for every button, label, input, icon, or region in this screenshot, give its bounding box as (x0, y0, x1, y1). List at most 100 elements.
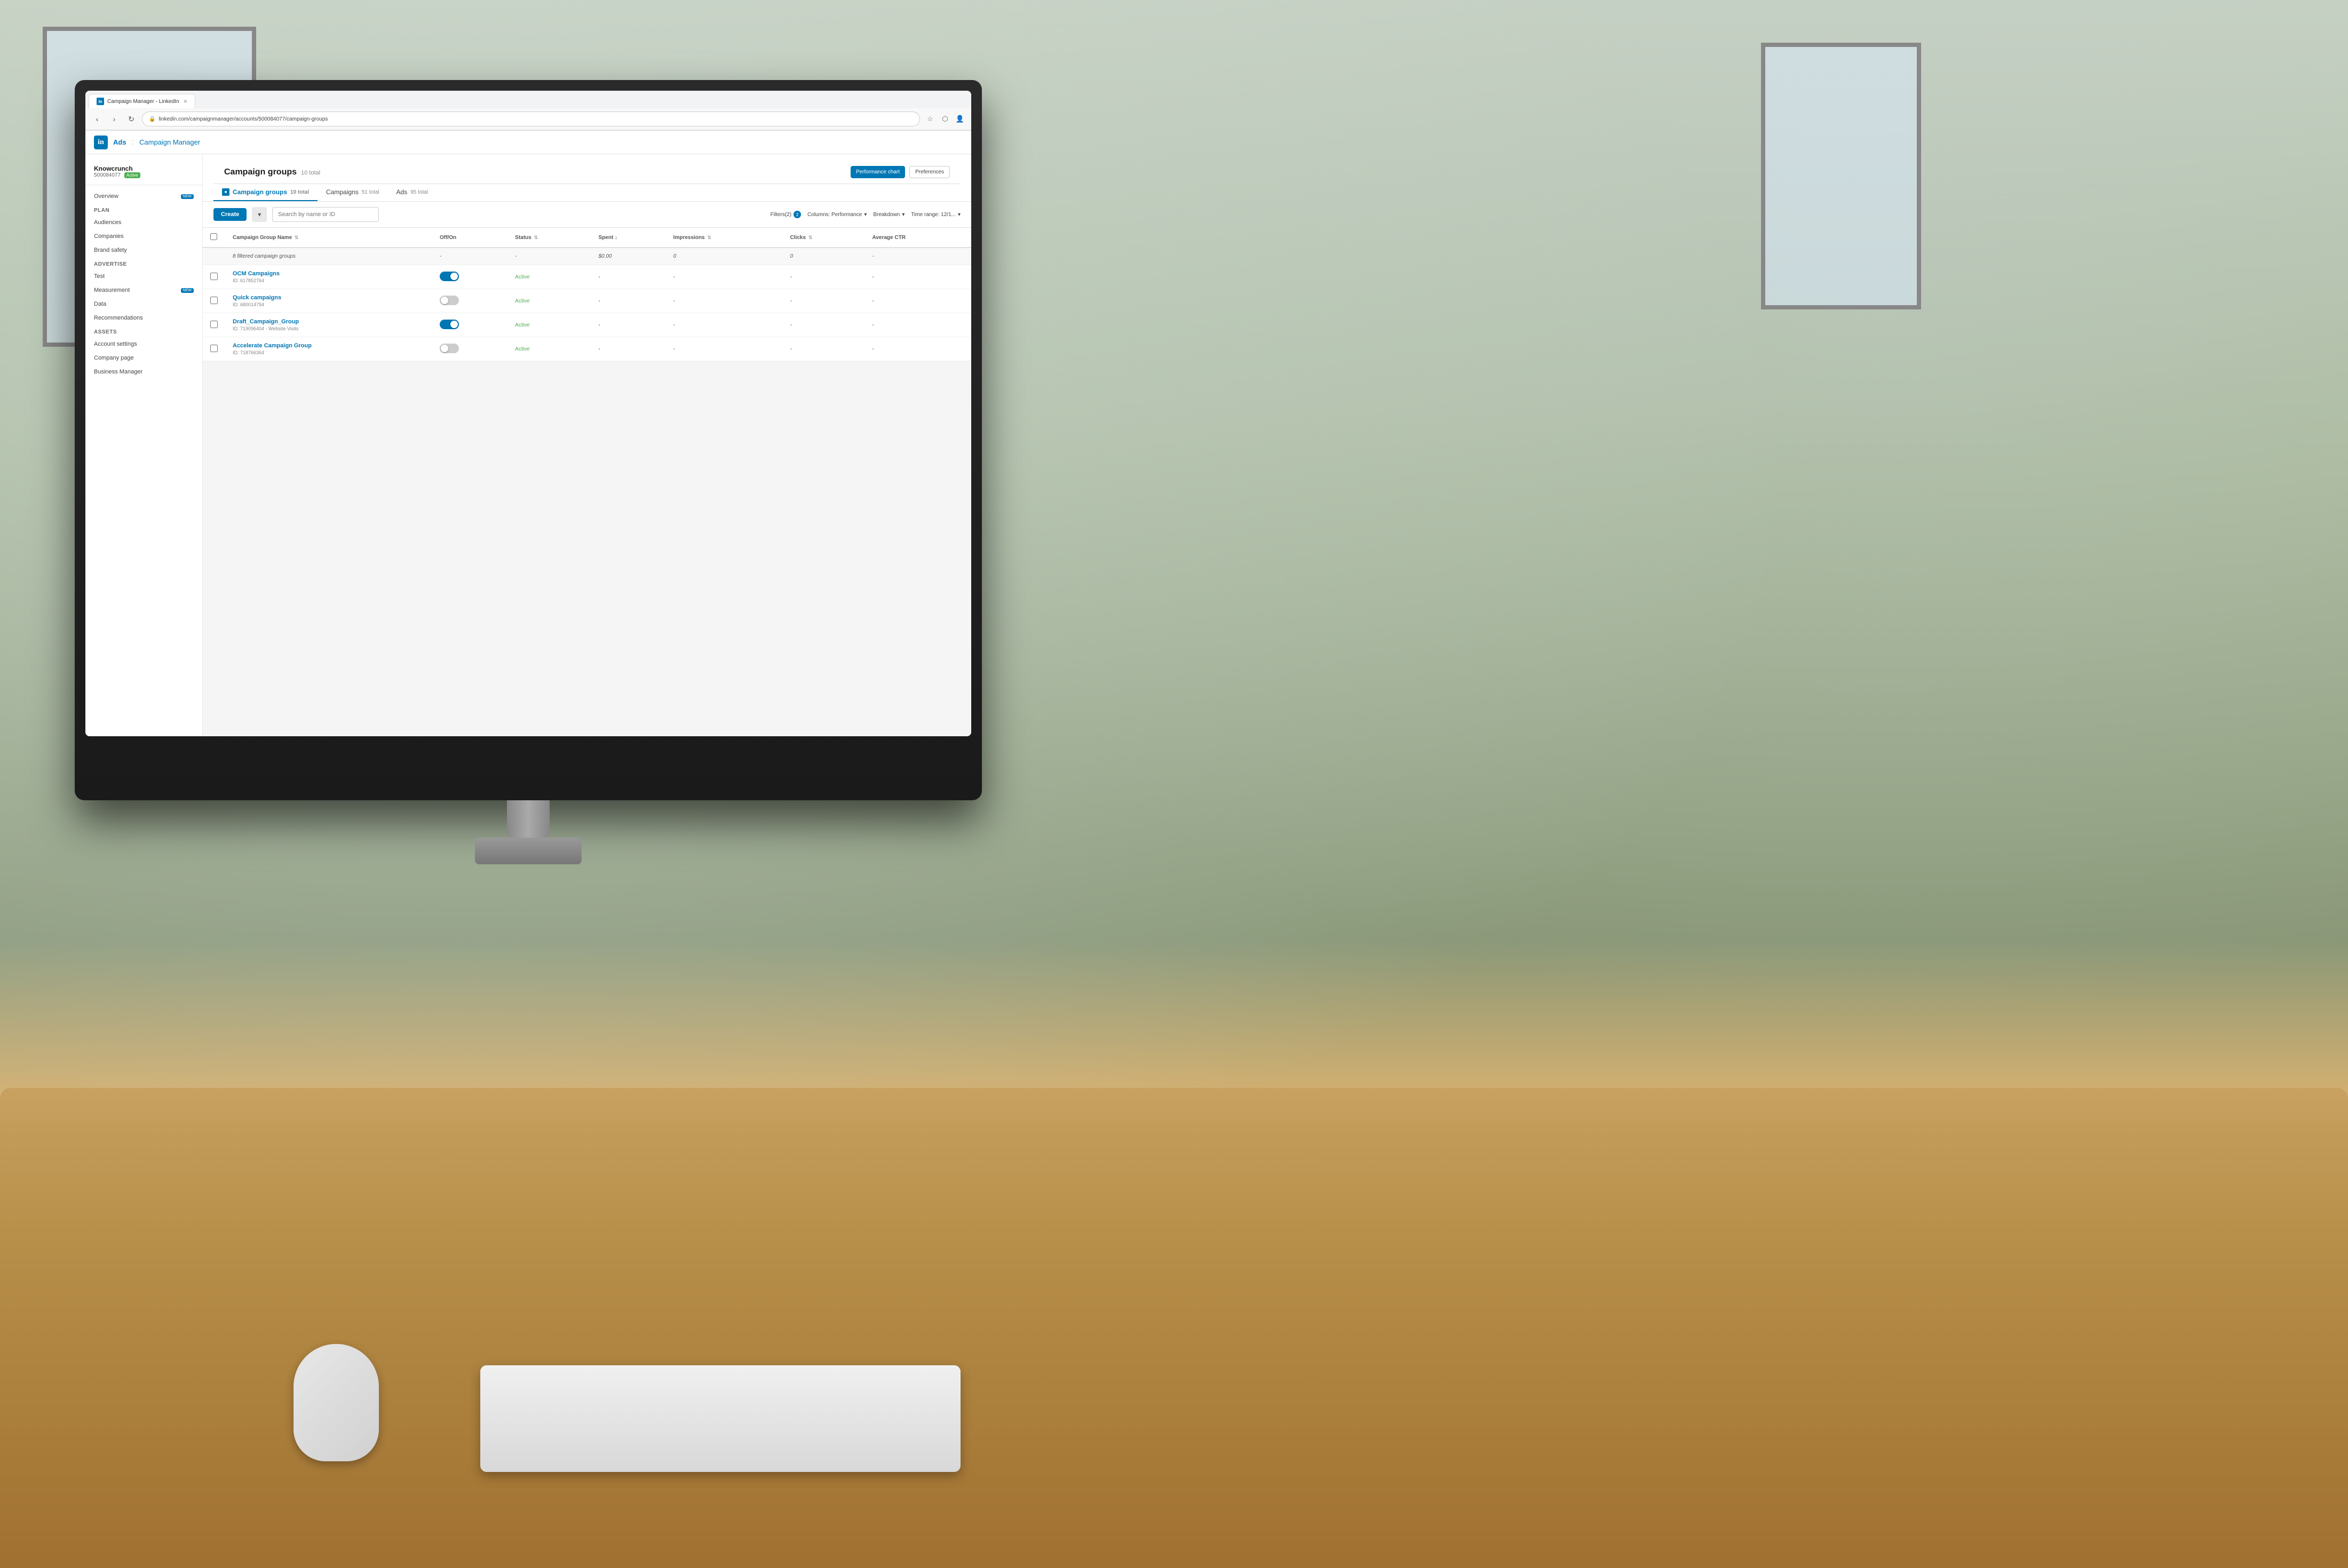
filtered-row-checkbox-cell (203, 248, 225, 265)
table-header-row: Campaign Group Name ⇅ Off/On Status ⇅ Sp… (203, 228, 971, 248)
th-status[interactable]: Status ⇅ (507, 228, 591, 248)
row-ocm-toggle-cell[interactable] (432, 265, 507, 289)
app-header-title[interactable]: Ads (113, 138, 126, 146)
th-ctr[interactable]: Average CTR (864, 228, 971, 248)
row-quick-name-link[interactable]: Quick campaigns (233, 295, 425, 301)
row-accel-name-link[interactable]: Accelerate Campaign Group (233, 343, 425, 349)
row-quick-toggle-track (440, 296, 459, 305)
tab-ads-label: Ads (396, 188, 408, 196)
app-header-subtitle[interactable]: Campaign Manager (139, 138, 200, 146)
browser-toolbar: ‹ › ↻ 🔒 linkedin.com/campaignmanager/acc… (85, 108, 971, 130)
profile-icon[interactable]: 👤 (954, 113, 966, 125)
extensions-icon[interactable]: ⬡ (939, 113, 951, 125)
tab-campaigns[interactable]: Campaigns 51 total (318, 184, 388, 201)
row-ocm-name-cell: OCM Campaigns ID: 617852764 (225, 265, 432, 289)
row-quick-checkbox-cell[interactable] (203, 289, 225, 313)
preferences-button[interactable]: Preferences (909, 166, 950, 178)
sidebar-item-account-settings[interactable]: Account settings (85, 337, 202, 351)
active-tab[interactable]: in Campaign Manager - LinkedIn × (89, 94, 195, 108)
sidebar-account[interactable]: Knowcrunch 500084077 Active (85, 161, 202, 185)
row-accel-spent: - (591, 337, 666, 361)
forward-button[interactable]: › (108, 113, 121, 125)
tab-campaign-groups[interactable]: ■ Campaign groups 10 total (213, 184, 318, 201)
sidebar-item-brand-safety[interactable]: Brand safety (85, 243, 202, 257)
tab-campaigns-count: 51 total (362, 189, 379, 195)
row-draft-checkbox[interactable] (210, 321, 218, 328)
app-header: in Ads : Campaign Manager (85, 131, 971, 154)
create-dropdown-button[interactable]: ▾ (252, 207, 267, 222)
monitor-stand-base (475, 838, 582, 864)
reload-button[interactable]: ↻ (125, 113, 138, 125)
row-draft-id: ID: 719096404 - Website Visits (233, 326, 425, 331)
sidebar-item-data[interactable]: Data (85, 297, 202, 311)
tab-ads-count: 95 total (410, 189, 428, 195)
tab-ads[interactable]: Ads 95 total (388, 184, 437, 201)
time-range-label: Time range: 12/1... (911, 212, 956, 218)
row-accel-ctr: - (864, 337, 971, 361)
row-ocm-toggle[interactable] (440, 272, 459, 281)
row-draft-toggle-cell[interactable] (432, 313, 507, 337)
tab-campaign-groups-label: Campaign groups (233, 188, 287, 196)
filters-control[interactable]: Filters(2) 2 (771, 211, 801, 218)
row-quick-checkbox[interactable] (210, 297, 218, 304)
th-select-all[interactable] (203, 228, 225, 248)
row-draft-toggle[interactable] (440, 320, 459, 329)
sidebar-item-business-manager[interactable]: Business Manager (85, 365, 202, 379)
tab-close-btn[interactable]: × (184, 98, 187, 105)
row-draft-name-link[interactable]: Draft_Campaign_Group (233, 319, 425, 325)
row-draft-name-cell: Draft_Campaign_Group ID: 719096404 - Web… (225, 313, 432, 337)
row-quick-toggle[interactable] (440, 296, 459, 305)
address-bar[interactable]: 🔒 linkedin.com/campaignmanager/accounts/… (142, 112, 920, 126)
create-button[interactable]: Create (213, 208, 247, 221)
filters-label: Filters(2) (771, 212, 791, 218)
row-quick-toggle-cell[interactable] (432, 289, 507, 313)
row-ocm-checkbox[interactable] (210, 273, 218, 280)
breakdown-label: Breakdown (873, 212, 900, 218)
browser-tabs: in Campaign Manager - LinkedIn × (85, 91, 971, 108)
breakdown-control[interactable]: Breakdown ▾ (873, 212, 905, 218)
monitor-bezel: in Campaign Manager - LinkedIn × ‹ › ↻ 🔒… (85, 91, 971, 736)
select-all-checkbox[interactable] (210, 233, 217, 240)
row-quick-impressions: - (666, 289, 783, 313)
row-draft-checkbox-cell[interactable] (203, 313, 225, 337)
content-toolbar: Create ▾ Filters(2) 2 Columns: Performan… (203, 202, 971, 228)
time-range-control[interactable]: Time range: 12/1... ▾ (911, 212, 961, 218)
sidebar-item-audiences[interactable]: Audiences (85, 216, 202, 229)
sidebar-item-overview[interactable]: Overview NEW (85, 189, 202, 203)
back-button[interactable]: ‹ (91, 113, 104, 125)
row-accel-toggle[interactable] (440, 344, 459, 353)
th-spent[interactable]: Spent ↓ (591, 228, 666, 248)
sidebar-item-test[interactable]: Test (85, 269, 202, 283)
row-accel-toggle-cell[interactable] (432, 337, 507, 361)
star-icon[interactable]: ☆ (924, 113, 936, 125)
monitor-stand-neck (507, 800, 550, 838)
row-ocm-status-text: Active (515, 274, 529, 280)
sort-icon-status: ⇅ (534, 235, 538, 240)
th-clicks[interactable]: Clicks ⇅ (783, 228, 865, 248)
performance-chart-button[interactable]: Performance chart (851, 166, 905, 178)
th-offon[interactable]: Off/On (432, 228, 507, 248)
screen-content: in Campaign Manager - LinkedIn × ‹ › ↻ 🔒… (85, 91, 971, 736)
account-name: Knowcrunch (94, 165, 194, 172)
row-accel-checkbox-cell[interactable] (203, 337, 225, 361)
th-campaign-group-name[interactable]: Campaign Group Name ⇅ (225, 228, 432, 248)
tab-campaign-groups-count: 10 total (290, 189, 309, 195)
row-quick-id: ID: 680014794 (233, 302, 425, 307)
columns-control[interactable]: Columns: Performance ▾ (807, 212, 867, 218)
sidebar-item-companies[interactable]: Companies (85, 229, 202, 243)
row-ocm-checkbox-cell[interactable] (203, 265, 225, 289)
sidebar-item-recommendations[interactable]: Recommendations (85, 311, 202, 325)
sidebar-item-company-page[interactable]: Company page (85, 351, 202, 365)
filtered-row-ctr: - (864, 248, 971, 265)
search-input[interactable] (272, 207, 379, 222)
total-count: 10 total (301, 170, 320, 176)
row-accel-checkbox[interactable] (210, 345, 218, 352)
row-ocm-name-link[interactable]: OCM Campaigns (233, 270, 425, 277)
row-accel-impressions: - (666, 337, 783, 361)
toolbar-right: Filters(2) 2 Columns: Performance ▾ Brea… (771, 211, 961, 218)
filtered-summary-row: 8 filtered campaign groups - - $0.00 0 0… (203, 248, 971, 265)
sidebar-item-measurement[interactable]: Measurement NEW (85, 283, 202, 297)
th-impressions[interactable]: Impressions ⇅ (666, 228, 783, 248)
tab-title: Campaign Manager - LinkedIn (107, 99, 180, 105)
lock-icon: 🔒 (149, 116, 155, 122)
